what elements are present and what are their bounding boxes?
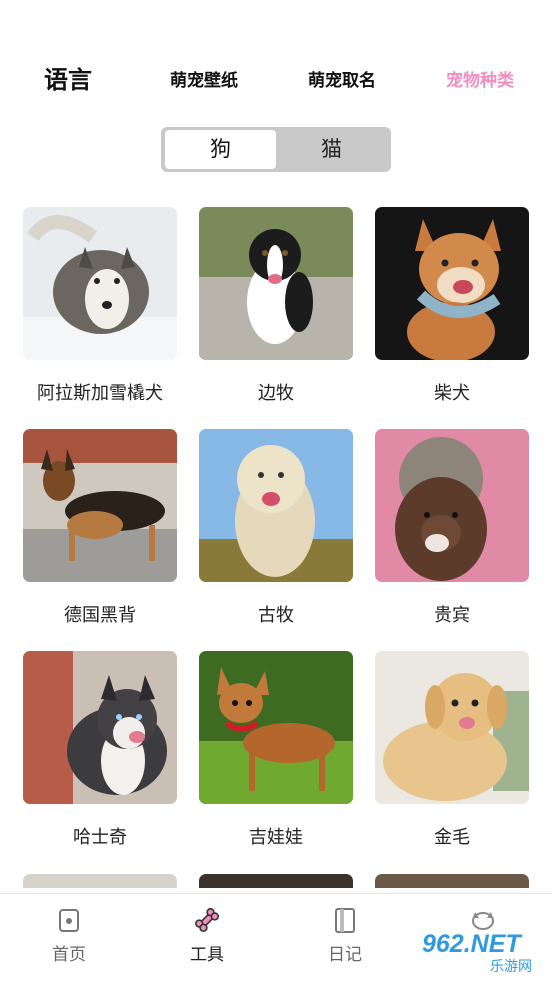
breed-card-peek <box>375 874 529 888</box>
tab-pet-wallpaper[interactable]: 萌宠壁纸 <box>170 66 238 91</box>
watermark-subtext: 乐游网 <box>490 959 532 975</box>
breed-name: 金毛 <box>434 827 470 848</box>
tab-language[interactable]: 语言 <box>44 60 92 95</box>
breed-photo <box>23 651 177 804</box>
breed-card-shiba-inu[interactable]: 柴犬 <box>375 207 529 404</box>
breed-card-alaskan-malamute[interactable]: 阿拉斯加雪橇犬 <box>23 207 177 404</box>
breed-card-peek <box>23 874 177 888</box>
top-tab-bar: 语言 萌宠壁纸 萌宠取名 宠物种类 <box>0 58 552 98</box>
breed-photo <box>199 429 353 582</box>
breed-photo <box>375 207 529 360</box>
breed-card-german-shepherd[interactable]: 德国黑背 <box>23 429 177 626</box>
site-watermark-logo: 962.NET 乐游网 <box>414 930 548 975</box>
breed-card-chihuahua[interactable]: 吉娃娃 <box>199 651 353 848</box>
breed-photo <box>199 651 353 804</box>
breed-card-poodle[interactable]: 贵宾 <box>375 429 529 626</box>
notebook-icon <box>335 908 355 933</box>
breed-card-husky[interactable]: 哈士奇 <box>23 651 177 848</box>
bone-icon <box>195 908 219 932</box>
nav-diary[interactable]: 日记 <box>305 906 385 965</box>
nav-label: 日记 <box>328 945 362 965</box>
segment-dog[interactable]: 狗 <box>165 130 276 169</box>
breed-card-old-english-sheepdog[interactable]: 古牧 <box>199 429 353 626</box>
watermark-text: 962.NET <box>422 930 521 958</box>
tab-pet-naming[interactable]: 萌宠取名 <box>308 66 376 91</box>
breed-photo <box>199 207 353 360</box>
nav-label: 工具 <box>190 945 224 965</box>
breed-card-golden-retriever[interactable]: 金毛 <box>375 651 529 848</box>
breed-card-peek <box>199 874 353 888</box>
breed-name: 贵宾 <box>434 605 470 626</box>
breed-photo <box>375 429 529 582</box>
species-segmented-control: 狗 猫 <box>161 127 391 172</box>
breed-card-border-collie[interactable]: 边牧 <box>199 207 353 404</box>
tab-pet-species[interactable]: 宠物种类 <box>446 66 514 91</box>
breed-photo <box>375 651 529 804</box>
nav-home[interactable]: 首页 <box>29 906 109 965</box>
breed-photo <box>23 207 177 360</box>
segment-cat[interactable]: 猫 <box>276 130 387 169</box>
breed-photo <box>23 429 177 582</box>
nav-label: 首页 <box>52 945 86 965</box>
breed-name: 柴犬 <box>434 383 470 404</box>
nav-tools[interactable]: 工具 <box>167 906 247 965</box>
home-icon <box>59 909 79 932</box>
